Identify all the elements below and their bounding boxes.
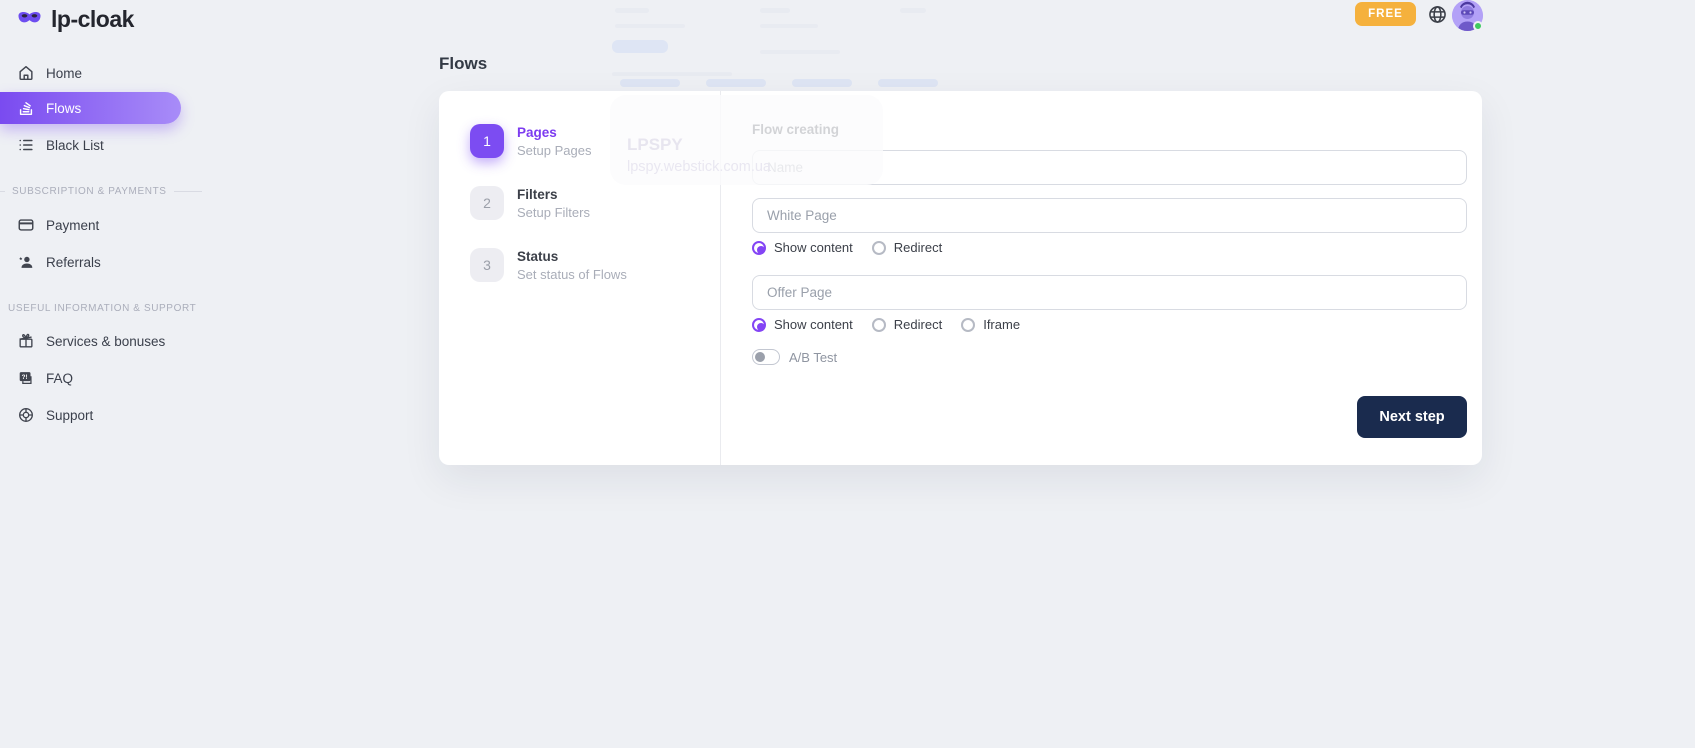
next-step-button[interactable]: Next step — [1357, 396, 1467, 438]
radio-white-redirect[interactable]: Redirect — [872, 240, 942, 255]
sidebar-item-label: Services & bonuses — [46, 334, 165, 349]
flow-creating-modal: 1 Pages Setup Pages 2 Filters Setup Filt… — [439, 91, 1482, 465]
home-icon — [17, 64, 35, 82]
sidebar-item-label: Home — [46, 66, 82, 81]
plan-badge[interactable]: FREE — [1355, 2, 1416, 26]
step-subtitle: Set status of Flows — [517, 267, 627, 282]
radio-unselected-icon — [872, 241, 886, 255]
step-subtitle: Setup Pages — [517, 143, 591, 158]
gift-icon — [17, 332, 35, 350]
radio-selected-icon — [752, 318, 766, 332]
radio-unselected-icon — [872, 318, 886, 332]
ab-test-toggle[interactable] — [752, 349, 780, 365]
step-filters[interactable]: 2 Filters Setup Filters — [470, 186, 590, 220]
lifebuoy-icon — [17, 406, 35, 424]
referral-user-icon — [17, 253, 35, 271]
white-page-mode-group: Show content Redirect — [752, 240, 1467, 255]
radio-offer-redirect[interactable]: Redirect — [872, 317, 942, 332]
steps-column: 1 Pages Setup Pages 2 Filters Setup Filt… — [439, 91, 721, 465]
sidebar-item-referrals[interactable]: Referrals — [0, 246, 200, 278]
step-number-badge: 3 — [470, 248, 504, 282]
step-number-badge: 2 — [470, 186, 504, 220]
radio-unselected-icon — [961, 318, 975, 332]
radio-offer-show-content[interactable]: Show content — [752, 317, 853, 332]
sidebar-item-label: Black List — [46, 138, 104, 153]
radio-offer-iframe[interactable]: Iframe — [961, 317, 1020, 332]
step-status[interactable]: 3 Status Set status of Flows — [470, 248, 627, 282]
flow-name-input[interactable] — [752, 150, 1467, 185]
sidebar-item-label: Support — [46, 408, 93, 423]
step-title: Status — [517, 248, 627, 264]
radio-white-show-content[interactable]: Show content — [752, 240, 853, 255]
ab-test-row: A/B Test — [752, 349, 1467, 365]
language-globe-icon[interactable] — [1427, 4, 1448, 25]
modal-title: Flow creating — [752, 122, 1467, 137]
list-icon — [17, 136, 35, 154]
step-subtitle: Setup Filters — [517, 205, 590, 220]
ab-test-label: A/B Test — [789, 350, 837, 365]
online-status-dot — [1473, 21, 1483, 31]
radio-selected-icon — [752, 241, 766, 255]
sidebar-item-payment[interactable]: Payment — [0, 209, 200, 241]
step-pages[interactable]: 1 Pages Setup Pages — [470, 124, 591, 158]
step-title: Filters — [517, 186, 590, 202]
sidebar-item-label: Flows — [46, 101, 81, 116]
logo[interactable]: lp-cloak — [16, 6, 134, 33]
white-page-input[interactable] — [752, 198, 1467, 233]
offer-page-mode-group: Show content Redirect Iframe — [752, 317, 1467, 332]
sidebar: lp-cloak Home Flows — [0, 0, 210, 748]
step-number-badge: 1 — [470, 124, 504, 158]
sidebar-item-services-bonuses[interactable]: Services & bonuses — [0, 325, 200, 357]
step-title: Pages — [517, 124, 591, 140]
logo-text: lp-cloak — [51, 6, 134, 33]
sidebar-item-label: Payment — [46, 218, 99, 233]
mask-logo-icon — [16, 6, 43, 33]
sidebar-item-black-list[interactable]: Black List — [0, 129, 200, 161]
sidebar-section-subscription-title: SUBSCRIPTION & PAYMENTS — [0, 186, 205, 197]
sidebar-item-label: Referrals — [46, 255, 101, 270]
sidebar-section-support-title: USEFUL INFORMATION & SUPPORT — [0, 303, 205, 314]
sidebar-item-support[interactable]: Support — [0, 399, 200, 431]
svg-text:?!: ?! — [22, 374, 28, 381]
sidebar-item-flows[interactable]: Flows — [0, 92, 181, 124]
flows-icon — [17, 99, 35, 117]
faq-chat-icon: ?! — [17, 369, 35, 387]
credit-card-icon — [17, 216, 35, 234]
sidebar-item-label: FAQ — [46, 371, 73, 386]
app-window: LPSPY lpspy.webstick.com.ua lp-cloak — [0, 0, 1695, 748]
offer-page-input[interactable] — [752, 275, 1467, 310]
sidebar-item-home[interactable]: Home — [0, 57, 200, 89]
sidebar-item-faq[interactable]: ?! FAQ — [0, 362, 200, 394]
page-title: Flows — [439, 54, 487, 74]
